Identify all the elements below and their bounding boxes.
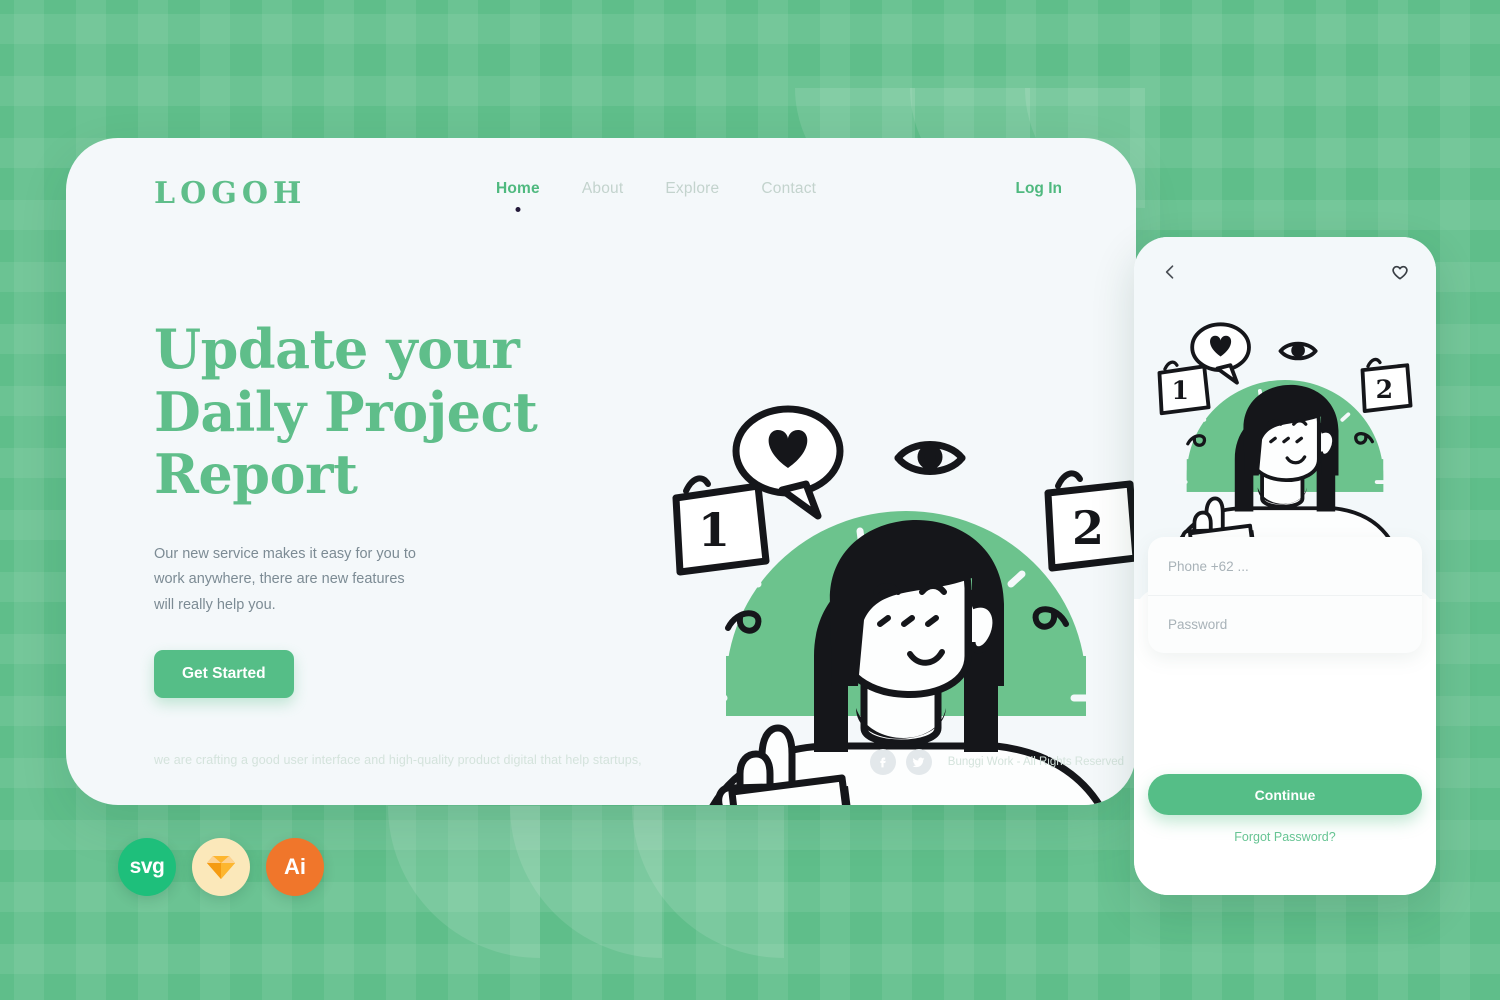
password-input[interactable]: Password <box>1148 595 1422 653</box>
svg-format-badge[interactable]: svg <box>118 838 176 896</box>
nav-item-about[interactable]: About <box>582 180 624 208</box>
nav-item-home[interactable]: Home <box>496 180 540 212</box>
site-logo[interactable]: LOGOH <box>154 176 306 211</box>
heart-outline-icon[interactable] <box>1390 262 1410 282</box>
forgot-password-link[interactable]: Forgot Password? <box>1134 830 1436 844</box>
footer-right-group: Bunggi Work - All Rights Reserved <box>869 749 1136 775</box>
svg-text:2: 2 <box>1072 501 1104 555</box>
sketch-diamond-icon <box>207 856 235 879</box>
sketch-format-badge[interactable] <box>192 838 250 896</box>
hero-subcopy: Our new service makes it easy for you to… <box>154 545 416 613</box>
main-navigation: Home About Explore Contact <box>496 180 816 212</box>
svg-badge-label: svg <box>129 855 165 878</box>
card-footer: we are crafting a good user interface an… <box>66 727 1136 805</box>
ai-badge-label: Ai <box>284 854 306 879</box>
get-started-button[interactable]: Get Started <box>154 650 294 698</box>
screenshot-stage: LOGOH Home About Explore Contact Log In … <box>0 0 1500 1000</box>
svg-text:2: 2 <box>1376 374 1393 404</box>
hero-headline: Update your Daily Project Report <box>154 318 614 506</box>
svg-text:1: 1 <box>1171 375 1188 405</box>
footer-tagline: we are crafting a good user interface an… <box>154 753 642 767</box>
facebook-icon[interactable] <box>869 749 896 775</box>
continue-button[interactable]: Continue <box>1148 774 1422 815</box>
mobile-mockup: 1 2 Phone +62 ... Password Continue Forg… <box>1134 237 1436 895</box>
footer-copyright: Bunggi Work - All Rights Reserved <box>947 756 1124 768</box>
svg-text:1: 1 <box>698 503 730 557</box>
login-fields-group: Phone +62 ... Password <box>1148 537 1422 653</box>
illustrator-format-badge[interactable]: Ai <box>266 838 324 896</box>
headline-line-2: Daily Project <box>154 379 538 444</box>
file-format-badges: svg Ai <box>118 838 324 896</box>
headline-line-3: Report <box>154 442 358 507</box>
nav-item-explore[interactable]: Explore <box>665 180 719 208</box>
nav-item-label: Home <box>496 180 540 197</box>
twitter-icon[interactable] <box>905 749 932 775</box>
active-nav-dot-icon <box>515 207 521 212</box>
phone-input[interactable]: Phone +62 ... <box>1148 537 1422 595</box>
chevron-left-icon[interactable] <box>1160 262 1180 282</box>
mobile-top-bar <box>1134 237 1436 307</box>
site-header: LOGOH Home About Explore Contact Log In <box>66 138 1136 250</box>
login-link[interactable]: Log In <box>1016 180 1063 198</box>
headline-line-1: Update your <box>154 317 520 381</box>
nav-item-contact[interactable]: Contact <box>761 180 816 208</box>
landing-page-card: LOGOH Home About Explore Contact Log In … <box>66 138 1136 805</box>
hero-copy-block: Update your Daily Project Report Our new… <box>154 318 614 698</box>
